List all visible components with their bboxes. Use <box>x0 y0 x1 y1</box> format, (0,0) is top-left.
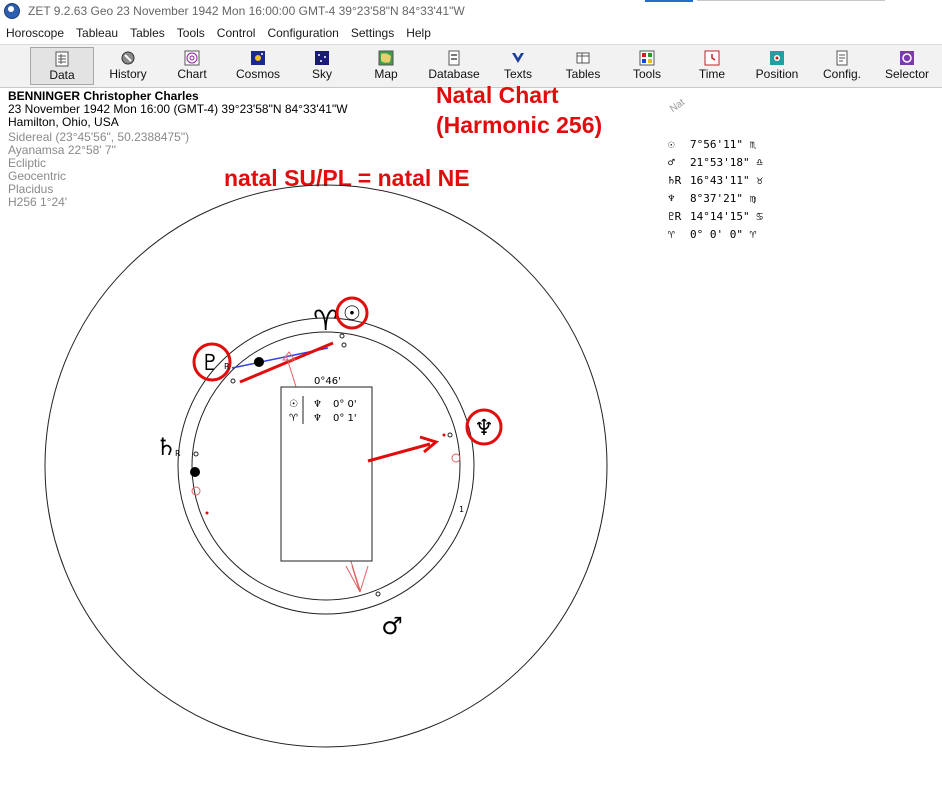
tick-label-1: 1 <box>459 505 464 514</box>
mars-glyph: ♂ <box>381 612 403 640</box>
aries-glyph: ♈ <box>313 304 338 337</box>
midpoint-dot-1 <box>191 486 201 496</box>
tick-pluto <box>230 378 236 384</box>
saturn-glyph: ♄ <box>155 433 177 461</box>
chart-wheel[interactable]: 0°46' ☉ ♆ 0° 0' ♈ ♆ 0° 1' ♈ ☉ ♇ R ♆ ♄ R … <box>0 0 942 800</box>
tick-mars <box>375 591 381 597</box>
aspect1-planet1: ☉ <box>289 399 298 410</box>
pluto-glyph: ♇ <box>200 351 220 376</box>
saturn-retro: R <box>175 449 181 458</box>
tick-saturn <box>193 451 199 457</box>
orb-label: 0°46' <box>314 376 341 387</box>
tick-sun <box>339 333 345 339</box>
aspect2-planet1: ♈ <box>289 413 298 424</box>
annotation-arrow <box>367 442 431 463</box>
aspect2-planet2: ♆ <box>313 413 322 424</box>
neptune-glyph: ♆ <box>474 416 494 441</box>
midpoint-dot-2 <box>451 453 461 463</box>
aspect2-value: 0° 1' <box>333 413 357 424</box>
planet-dot-pluto <box>254 357 264 367</box>
red-point-2 <box>442 433 446 437</box>
red-point-1 <box>205 511 209 515</box>
tick-neptune <box>447 432 453 438</box>
aspect1-planet2: ♆ <box>313 399 322 410</box>
pluto-retro: R <box>224 362 230 371</box>
tick-sun-inner <box>341 342 347 348</box>
planet-dot-saturn <box>190 467 200 477</box>
sun-glyph: ☉ <box>343 301 361 325</box>
aspect1-value: 0° 0' <box>333 399 357 410</box>
